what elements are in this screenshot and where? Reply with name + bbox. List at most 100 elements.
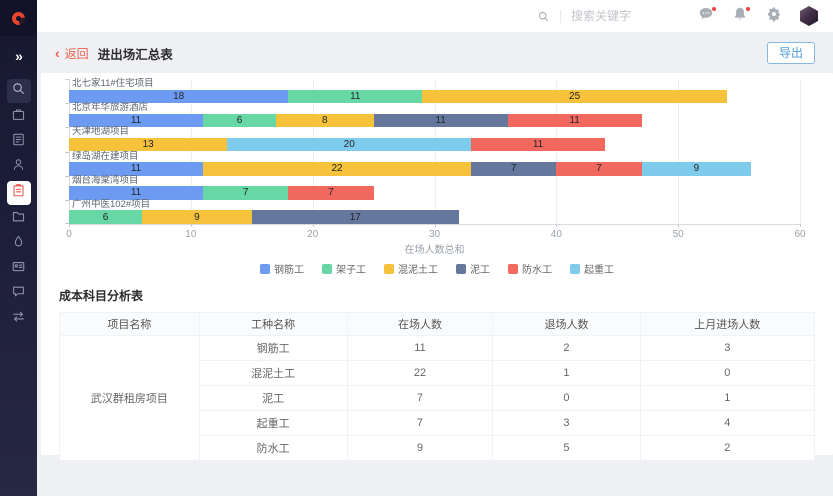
- chart-x-axis: 0102030405060: [69, 227, 800, 239]
- user-icon: [11, 157, 26, 177]
- sidebar-item-user[interactable]: [7, 156, 31, 178]
- column-header: 上月进场人数: [640, 313, 814, 336]
- table-cell: 1: [493, 361, 640, 386]
- bar-value-label: 7: [328, 187, 334, 198]
- sidebar: »: [0, 0, 37, 496]
- legend-swatch: [570, 264, 580, 274]
- x-tick-mark: [435, 224, 436, 227]
- gridline: [800, 79, 801, 224]
- content-card: 北七家11#住宅项目181125北京年华旅游酒店11681111天津地湖项目13…: [41, 73, 833, 455]
- id-card-icon: [11, 259, 26, 279]
- table-cell: 防水工: [199, 436, 347, 461]
- table-cell: 0: [493, 386, 640, 411]
- bar-category-label: 北京年华旅游酒店: [69, 103, 800, 113]
- bar-segment-防水工: 11: [471, 138, 605, 152]
- bar-segment-泥工: 17: [252, 210, 459, 224]
- bell-button[interactable]: [731, 8, 748, 25]
- y-axis-tick: [65, 200, 69, 201]
- notification-badge: [746, 7, 751, 12]
- legend-item-泥工[interactable]: 泥工: [456, 261, 490, 276]
- legend-item-钢筋工[interactable]: 钢筋工: [260, 261, 304, 276]
- export-button[interactable]: 导出: [767, 42, 815, 64]
- chart-x-axis-title: 在场人数总和: [69, 241, 800, 256]
- back-button[interactable]: 返回: [65, 45, 89, 62]
- bar-track: 1177: [69, 186, 800, 200]
- table-body: 武汉群租房项目钢筋工1123混泥土工2210泥工701起重工734防水工952: [60, 336, 815, 461]
- page-header: 返回 进出场汇总表 导出: [37, 33, 833, 73]
- chart-legend: 钢筋工 架子工 混泥土工 泥工 防水工 起重工: [41, 261, 833, 276]
- bar-value-label: 11: [350, 91, 360, 102]
- global-search[interactable]: [537, 9, 663, 23]
- x-tick-mark: [556, 224, 557, 227]
- avatar[interactable]: [799, 6, 819, 26]
- bar-group: 天津地湖项目132011: [69, 127, 800, 151]
- legend-label: 钢筋工: [274, 261, 304, 276]
- y-axis-tick: [65, 103, 69, 104]
- table-cell: 钢筋工: [199, 336, 347, 361]
- bar-category-label: 绿岛湖在建项目: [69, 152, 800, 162]
- sidebar-item-briefcase[interactable]: [7, 106, 31, 128]
- chat-dots-button[interactable]: [697, 8, 714, 25]
- table-cell: 11: [347, 336, 493, 361]
- table-cell: 起重工: [199, 411, 347, 436]
- table-cell: 2: [640, 436, 814, 461]
- clipboard-icon: [11, 183, 26, 203]
- column-header: 项目名称: [60, 313, 200, 336]
- folder-icon: [11, 209, 26, 229]
- x-tick-label: 10: [185, 229, 196, 240]
- table-cell: 3: [493, 411, 640, 436]
- transfer-icon: [11, 309, 26, 329]
- sidebar-item-clipboard[interactable]: [7, 181, 31, 205]
- legend-swatch: [508, 264, 518, 274]
- bar-segment-防水工: 7: [556, 162, 641, 176]
- chart-plot: 北七家11#住宅项目181125北京年华旅游酒店11681111天津地湖项目13…: [69, 79, 800, 225]
- table-header-row: 项目名称工种名称在场人数退场人数上月进场人数: [60, 313, 815, 336]
- legend-item-架子工[interactable]: 架子工: [322, 261, 366, 276]
- chat-icon: [11, 284, 26, 304]
- x-tick-mark: [800, 224, 801, 227]
- sidebar-item-chat[interactable]: [7, 283, 31, 305]
- bar-group: 绿岛湖在建项目1122779: [69, 152, 800, 176]
- bar-segment-泥工: 7: [471, 162, 556, 176]
- gear-button[interactable]: [765, 8, 782, 25]
- legend-swatch: [384, 264, 394, 274]
- table-cell: 22: [347, 361, 493, 386]
- y-axis-tick: [65, 152, 69, 153]
- topbar: [37, 0, 833, 33]
- bar-value-label: 9: [694, 163, 700, 174]
- legend-item-混泥土工[interactable]: 混泥土工: [384, 261, 438, 276]
- app-logo[interactable]: [0, 0, 37, 36]
- legend-item-起重工[interactable]: 起重工: [570, 261, 614, 276]
- search-input[interactable]: [571, 9, 663, 23]
- gear-icon: [766, 6, 782, 27]
- table-cell: 泥工: [199, 386, 347, 411]
- sidebar-item-search[interactable]: [7, 79, 31, 103]
- y-axis-tick: [65, 79, 69, 80]
- sidebar-item-document[interactable]: [7, 131, 31, 153]
- bar-segment-架子工: 6: [69, 210, 142, 224]
- bar-segment-钢筋工: 11: [69, 162, 203, 176]
- bar-segment-混泥土工: 13: [69, 138, 227, 152]
- column-header: 工种名称: [199, 313, 347, 336]
- sidebar-item-ink-drop[interactable]: [7, 233, 31, 255]
- ink-drop-icon: [11, 234, 26, 254]
- sidebar-item-id-card[interactable]: [7, 258, 31, 280]
- bar-value-label: 7: [243, 187, 249, 198]
- bar-value-label: 25: [569, 91, 580, 102]
- bar-segment-混泥土工: 25: [422, 90, 727, 104]
- table-cell: 3: [640, 336, 814, 361]
- bar-segment-混泥土工: 8: [276, 114, 373, 128]
- bar-group: 广州中医102#项目6917: [69, 200, 800, 224]
- legend-label: 起重工: [584, 261, 614, 276]
- sidebar-item-expand[interactable]: »: [7, 45, 31, 69]
- x-tick-label: 50: [673, 229, 684, 240]
- sidebar-item-folder[interactable]: [7, 208, 31, 230]
- bar-segment-架子工: 6: [203, 114, 276, 128]
- bar-value-label: 11: [435, 115, 445, 126]
- table-cell: 9: [347, 436, 493, 461]
- bar-value-label: 8: [322, 115, 328, 126]
- legend-swatch: [260, 264, 270, 274]
- back-chevron-icon[interactable]: [55, 46, 60, 60]
- legend-item-防水工[interactable]: 防水工: [508, 261, 552, 276]
- sidebar-item-transfer[interactable]: [7, 308, 31, 330]
